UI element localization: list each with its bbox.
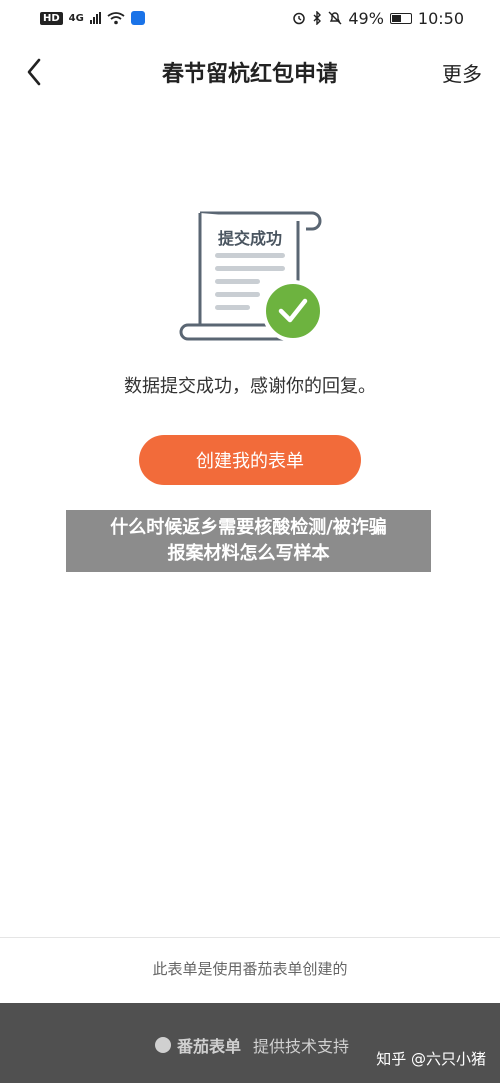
- more-button[interactable]: 更多: [442, 58, 482, 87]
- hd-badge: HD: [40, 11, 63, 25]
- overlay-caption: 什么时候返乡需要核酸检测/被诈骗 报案材料怎么写样本: [66, 510, 431, 572]
- bluetooth-icon: [313, 11, 322, 25]
- chevron-left-icon: [27, 58, 41, 86]
- footer-divider: [0, 937, 500, 938]
- signal-icon: [89, 12, 101, 24]
- brand-name: 番茄表单: [177, 1037, 242, 1056]
- overlay-line-1: 什么时候返乡需要核酸检测/被诈骗: [110, 517, 387, 538]
- page-title: 春节留杭红包申请: [161, 62, 338, 87]
- footer-note: 此表单是使用番茄表单创建的: [152, 960, 348, 978]
- alarm-icon: [293, 12, 306, 25]
- battery-icon: [389, 12, 412, 24]
- status-bar: HD 4G 49% 10:50: [0, 0, 500, 36]
- overlay-line-2: 报案材料怎么写样本: [167, 543, 330, 564]
- wifi-icon: [107, 12, 125, 25]
- create-form-button[interactable]: 创建我的表单: [139, 435, 361, 485]
- mute-icon: [328, 11, 342, 25]
- app-header: 春节留杭红包申请 更多: [0, 36, 500, 108]
- app-notification-icon: [130, 11, 145, 25]
- network-type: 4G: [68, 12, 84, 24]
- brand-tagline: 提供技术支持: [253, 1037, 350, 1056]
- status-right: 49% 10:50: [292, 9, 464, 28]
- doc-title: 提交成功: [218, 229, 283, 248]
- back-button[interactable]: [20, 56, 48, 88]
- brand[interactable]: 番茄表单 提供技术支持: [155, 1033, 349, 1057]
- tomato-logo-icon: [155, 1037, 171, 1053]
- status-left: HD 4G: [40, 11, 145, 25]
- bottom-bar: 番茄表单 提供技术支持 知乎 @六只小猪: [0, 1003, 500, 1083]
- success-illustration: 提交成功: [170, 205, 330, 355]
- battery-percent: 49%: [348, 8, 384, 28]
- clock: 10:50: [417, 8, 464, 28]
- success-message: 数据提交成功，感谢你的回复。: [124, 376, 376, 397]
- watermark: 知乎 @六只小猪: [376, 1050, 486, 1068]
